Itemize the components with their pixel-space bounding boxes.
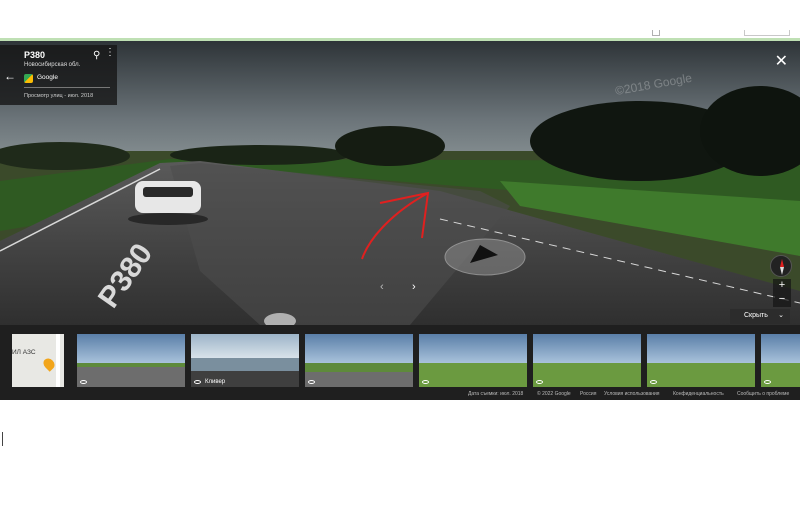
next-arrow-icon[interactable]: › [412,281,416,293]
page-edge-marker [2,432,3,446]
back-arrow-icon[interactable]: ← [4,69,16,83]
report-problem-link[interactable]: Сообщить о проблеме [737,391,789,397]
hide-button-label: Скрыть [744,312,768,319]
panorama-360-icon [308,380,315,384]
copyright: © 2022 Google [537,391,571,397]
close-button[interactable]: ✕ [775,51,788,71]
road-title: Р380 [24,50,46,60]
attribution-footer: Дата съемки: июл. 2018 © 2022 Google Рос… [0,389,800,400]
provider-label: Google [37,74,58,81]
photo-thumbnail[interactable] [761,334,800,387]
minimap-road [56,334,60,387]
region-label: Новосибирская обл. [24,62,81,68]
photo-filmstrip[interactable]: ИЛ АЗС Кливер [0,325,800,389]
panorama-360-icon [764,380,771,384]
minimap-thumbnail[interactable]: ИЛ АЗС [12,334,64,387]
photo-thumbnail[interactable] [533,334,641,387]
google-street-view-icon [24,74,33,83]
browser-top-strip [0,0,800,41]
panorama-360-icon [650,380,657,384]
privacy-link[interactable]: Конфиденциальность [673,391,724,397]
country-link[interactable]: Россия [580,391,596,397]
toolbar-button-remnant [744,30,790,36]
panorama-image[interactable]: Р380 ©2018 Google [0,41,800,325]
hide-filmstrip-button[interactable]: Скрыть ⌄ [730,309,790,324]
terms-link[interactable]: Условия использования [604,391,660,397]
minimap-label: ИЛ АЗС [12,349,36,356]
location-info-card: ← Р380 Новосибирская обл. Google Просмот… [0,45,117,105]
photo-thumbnail[interactable] [77,334,185,387]
street-view-panorama[interactable]: Р380 ©2018 Google ← Р380 Новосибирская о… [0,41,800,325]
photo-icon [194,380,201,384]
photo-thumbnail[interactable] [647,334,755,387]
pegman-pin-icon [41,356,57,372]
zoom-in-button[interactable]: + [773,279,791,293]
toolbar-remnant [652,30,660,36]
capture-info[interactable]: Просмотр улиц - июл. 2018 [24,93,93,99]
panorama-360-icon [422,380,429,384]
panorama-360-icon [80,380,87,384]
map-pin-icon[interactable]: ⚲ [93,50,100,61]
compass-icon[interactable] [770,255,792,277]
zoom-out-button[interactable]: − [773,293,791,307]
panorama-360-icon [536,380,543,384]
chevron-down-icon: ⌄ [778,312,784,319]
thumbnail-label: Кливер [205,379,226,385]
photo-thumbnail[interactable]: Кливер [191,334,299,387]
card-divider [24,87,110,88]
previous-arrow-icon[interactable]: ‹ [380,281,384,293]
more-vertical-icon[interactable]: ⋮ [105,48,115,58]
photo-thumbnail[interactable] [305,334,413,387]
capture-date: Дата съемки: июл. 2018 [468,391,524,397]
photo-thumbnail[interactable] [419,334,527,387]
